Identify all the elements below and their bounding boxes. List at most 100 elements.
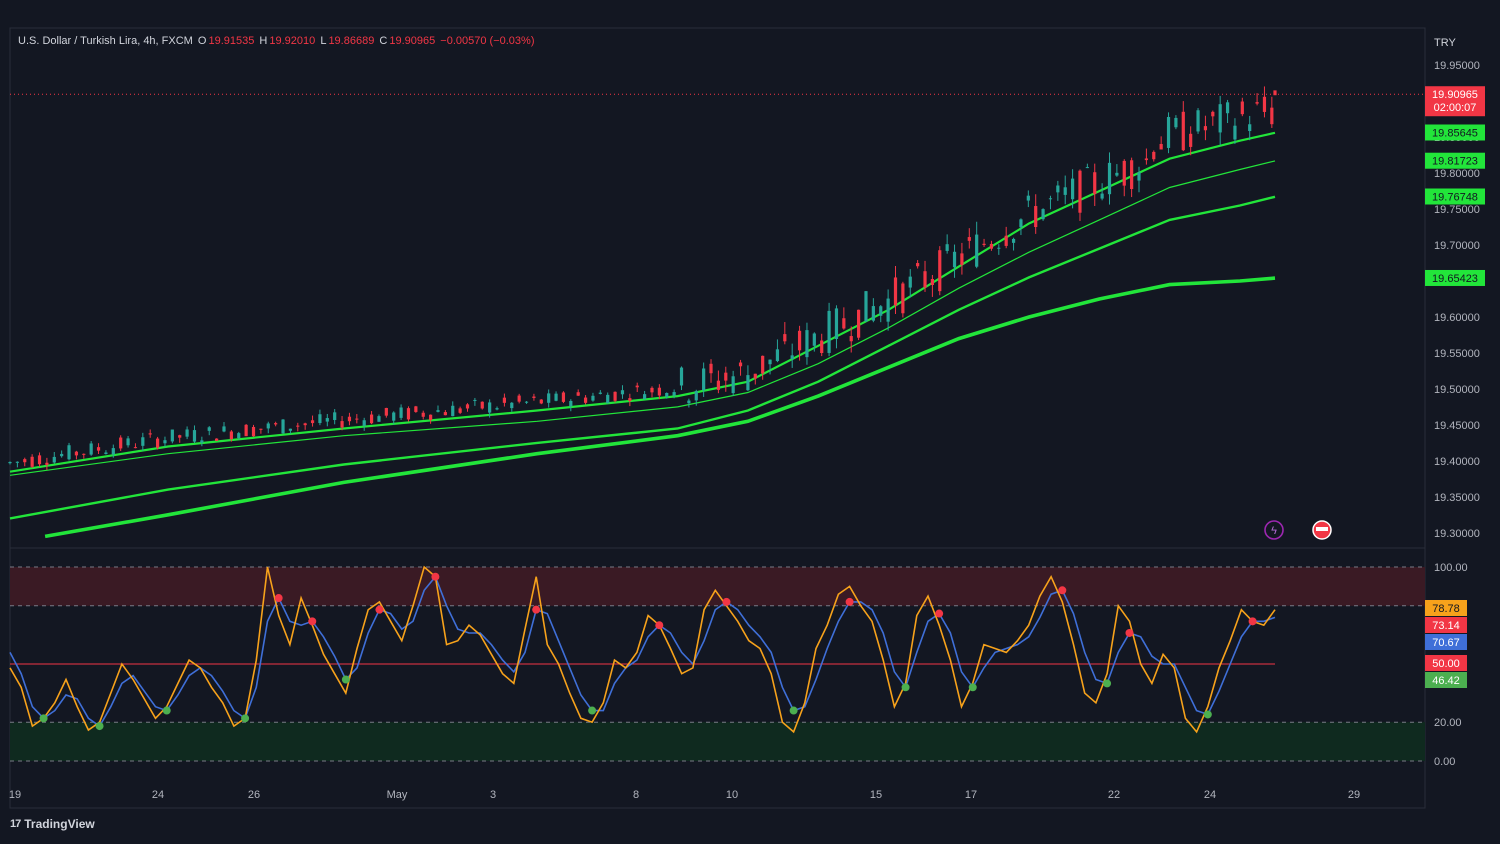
candle-body: [45, 462, 49, 465]
candle-body: [1019, 219, 1023, 228]
candle-body: [1078, 170, 1082, 213]
candle-body: [827, 310, 831, 353]
candle-body: [1026, 195, 1030, 201]
candle-body: [665, 392, 669, 398]
price-tick-label: 19.60000: [1434, 312, 1480, 324]
candle-body: [392, 412, 396, 421]
time-tick-label: 15: [870, 789, 882, 801]
candle-body: [340, 421, 344, 428]
candle-body: [1255, 102, 1259, 104]
candle-body: [775, 349, 780, 362]
candle-body: [465, 404, 470, 409]
tradingview-brand[interactable]: 17 TradingView: [10, 817, 95, 831]
candle-body: [133, 447, 138, 449]
time-tick-label: 19: [9, 789, 21, 801]
buy-signal-dot: [901, 683, 910, 692]
candle-body: [532, 396, 536, 398]
candle-body: [1174, 117, 1178, 128]
candle-body: [23, 459, 27, 463]
candle-body: [200, 440, 204, 443]
candle-body: [237, 433, 241, 439]
candle-body: [1041, 209, 1045, 220]
candle-body: [517, 395, 521, 402]
candle-body: [355, 418, 359, 420]
tradingview-logo-icon: 17: [10, 818, 21, 830]
ma-value-label: 19.81723: [1432, 156, 1478, 168]
candle-body: [1071, 178, 1075, 200]
sell-signal-dot: [1058, 586, 1067, 595]
candle-body: [1130, 160, 1134, 190]
candle-body: [126, 438, 130, 446]
buy-signal-dot: [39, 714, 48, 723]
candle-body: [554, 393, 558, 401]
candle-body: [879, 306, 883, 316]
candle-body: [1115, 172, 1119, 176]
sell-signal-dot: [431, 572, 440, 581]
candle-body: [384, 407, 388, 416]
candle-body: [569, 400, 573, 407]
candle-body: [1240, 101, 1244, 115]
candle-body: [561, 392, 566, 402]
candle-body: [163, 440, 167, 444]
candle-body: [406, 408, 411, 420]
candle-body: [1218, 104, 1222, 133]
candle-body: [753, 373, 757, 379]
buy-signal-dot: [968, 683, 977, 692]
candle-body: [1004, 235, 1008, 246]
candle-body: [687, 400, 691, 404]
candle-body: [1189, 133, 1193, 147]
price-tick-label: 19.70000: [1434, 240, 1480, 252]
candle-body: [155, 438, 160, 448]
candle-body: [15, 461, 19, 463]
symbol-title[interactable]: U.S. Dollar / Turkish Lira, 4h, FXCM: [18, 35, 193, 47]
candle-body: [67, 445, 71, 460]
close-value: 19.90965: [389, 35, 436, 47]
buy-signal-dot: [341, 675, 350, 684]
osc-tick-label: 20.00: [1434, 717, 1462, 729]
candle-body: [731, 376, 735, 394]
candle-body: [657, 387, 661, 396]
candle-body: [178, 435, 182, 438]
candle-body: [141, 437, 145, 446]
high-label: H: [259, 35, 268, 47]
sell-signal-dot: [655, 621, 664, 630]
candle-body: [975, 234, 979, 267]
candle-body: [229, 431, 233, 440]
candle-body: [812, 333, 816, 346]
candle-body: [244, 424, 248, 437]
last-price-label: 19.90965: [1432, 89, 1478, 101]
buy-signal-dot: [241, 714, 250, 723]
candle-body: [547, 393, 551, 403]
candle-body: [185, 429, 189, 437]
candle-body: [1181, 111, 1185, 151]
candle-body: [967, 237, 971, 241]
candle-body: [266, 423, 270, 429]
price-tick-label: 19.35000: [1434, 492, 1480, 504]
candle-body: [724, 372, 728, 381]
candle-body: [369, 414, 374, 424]
candle-body: [274, 423, 278, 425]
candle-body: [1107, 162, 1112, 195]
candle-body: [473, 399, 477, 401]
ma-value-label: 19.85645: [1432, 127, 1478, 139]
candle-body: [1262, 96, 1267, 112]
osc-tick-label: 0.00: [1434, 756, 1455, 768]
last-candle: [1273, 90, 1277, 96]
candle-body: [1233, 125, 1237, 140]
candle-body: [539, 399, 543, 404]
candle-body: [399, 407, 403, 418]
candle-body: [333, 412, 337, 421]
price-chart[interactable]: TRY19.9500019.9000019.8500019.8000019.75…: [0, 0, 1500, 844]
candle-body: [82, 453, 86, 455]
candle-body: [222, 426, 226, 432]
candle-body: [1248, 124, 1252, 132]
candle-body: [480, 401, 484, 409]
candle-body: [37, 455, 42, 465]
candle-body: [908, 276, 912, 288]
price-tick-label: 19.30000: [1434, 528, 1480, 540]
candle-body: [288, 428, 293, 431]
candle-body: [362, 420, 366, 426]
candle-body: [502, 397, 507, 403]
candle-body: [805, 330, 809, 358]
candle-body: [1122, 160, 1126, 186]
